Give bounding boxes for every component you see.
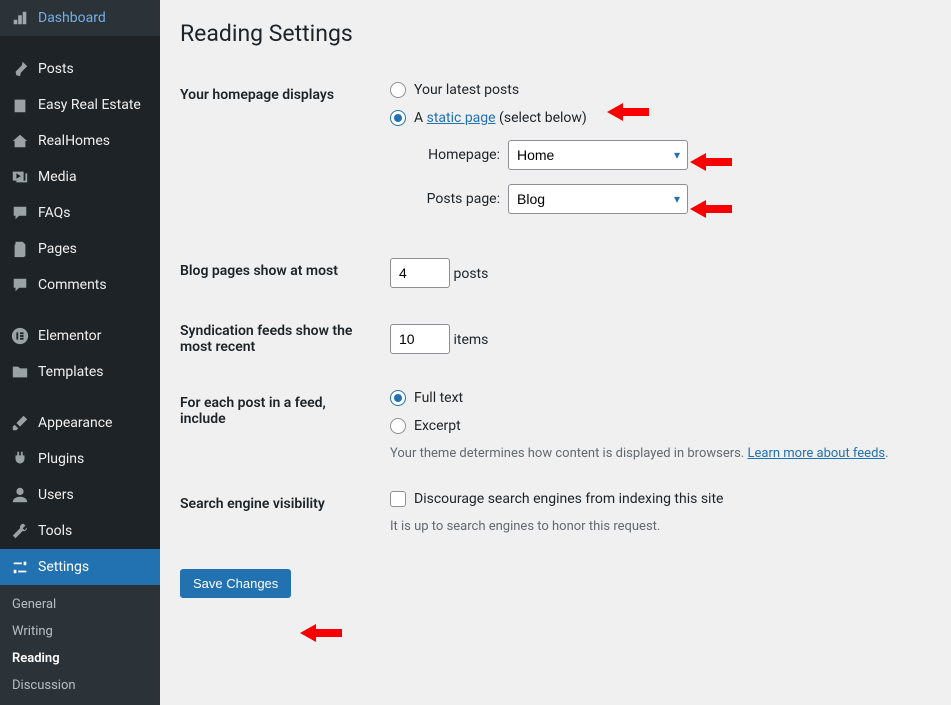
discourage-search-label[interactable]: Discourage search engines from indexing … [414, 491, 723, 507]
sidebar-item-comments[interactable]: Comments [0, 267, 160, 303]
pin-icon [10, 59, 30, 79]
elementor-icon [10, 326, 30, 346]
posts-per-rss-input[interactable] [390, 324, 450, 354]
feed-description: Your theme determines how content is dis… [390, 446, 921, 461]
sidebar-item-appearance[interactable]: Appearance [0, 405, 160, 441]
media-icon [10, 167, 30, 187]
save-changes-button[interactable]: Save Changes [180, 569, 291, 598]
submenu-item-writing[interactable]: Writing [0, 618, 160, 645]
radio-full-text-label[interactable]: Full text [414, 390, 463, 406]
radio-excerpt[interactable] [390, 418, 406, 434]
sidebar-item-easy-real-estate[interactable]: Easy Real Estate [0, 87, 160, 123]
main-content: Reading Settings Your homepage displays … [160, 0, 951, 665]
sidebar-item-label: Easy Real Estate [38, 97, 141, 113]
home-icon [10, 131, 30, 151]
sidebar-item-plugins[interactable]: Plugins [0, 441, 160, 477]
brush-icon [10, 413, 30, 433]
static-page-link[interactable]: static page [427, 110, 496, 126]
dashboard-icon [10, 8, 30, 28]
user-icon [10, 485, 30, 505]
search-visibility-label: Search engine visibility [180, 476, 380, 549]
homepage-displays-label: Your homepage displays [180, 67, 380, 243]
items-suffix: items [453, 332, 488, 348]
sidebar-item-pages[interactable]: Pages [0, 231, 160, 267]
radio-latest-posts[interactable] [390, 82, 406, 98]
sidebar-item-label: Dashboard [38, 10, 106, 26]
sidebar-item-label: Elementor [38, 328, 101, 344]
radio-static-page[interactable] [390, 110, 406, 126]
sidebar-item-media[interactable]: Media [0, 159, 160, 195]
radio-static-page-label[interactable]: A static page (select below) [414, 110, 587, 126]
pages-icon [10, 239, 30, 259]
sidebar-item-label: Templates [38, 364, 104, 380]
learn-more-feeds-link[interactable]: Learn more about feeds [748, 446, 886, 461]
feed-include-label: For each post in a feed, include [180, 375, 380, 476]
sliders-icon [10, 557, 30, 577]
wrench-icon [10, 521, 30, 541]
sidebar-item-label: Users [38, 487, 74, 503]
sidebar-item-settings[interactable]: Settings [0, 549, 160, 585]
syndication-label: Syndication feeds show the most recent [180, 303, 380, 375]
submenu-item-general[interactable]: General [0, 591, 160, 618]
radio-latest-posts-label[interactable]: Your latest posts [414, 82, 519, 98]
sidebar-item-label: Tools [38, 523, 72, 539]
page-title: Reading Settings [180, 20, 931, 47]
posts-suffix: posts [453, 266, 488, 282]
chat-icon [10, 203, 30, 223]
posts-per-page-input[interactable] [390, 258, 450, 288]
sidebar-item-tools[interactable]: Tools [0, 513, 160, 549]
blog-pages-label: Blog pages show at most [180, 243, 380, 303]
sidebar-item-users[interactable]: Users [0, 477, 160, 513]
sidebar-item-label: Settings [38, 559, 89, 575]
postspage-select-label: Posts page: [410, 191, 500, 207]
radio-full-text[interactable] [390, 390, 406, 406]
submenu-item-discussion[interactable]: Discussion [0, 672, 160, 699]
sidebar-item-faqs[interactable]: FAQs [0, 195, 160, 231]
homepage-select[interactable]: Home [508, 140, 688, 170]
search-visibility-desc: It is up to search engines to honor this… [390, 519, 921, 534]
plug-icon [10, 449, 30, 469]
comment-icon [10, 275, 30, 295]
radio-excerpt-label[interactable]: Excerpt [414, 418, 461, 434]
sidebar-item-label: FAQs [38, 205, 71, 221]
homepage-select-label: Homepage: [410, 147, 500, 163]
sidebar-item-label: Pages [38, 241, 77, 257]
sidebar-item-label: Plugins [38, 451, 84, 467]
sidebar-item-templates[interactable]: Templates [0, 354, 160, 390]
sidebar-item-label: Comments [38, 277, 107, 293]
discourage-search-checkbox[interactable] [390, 491, 406, 507]
annotation-arrow-icon [300, 624, 342, 642]
building-icon [10, 95, 30, 115]
sidebar-item-posts[interactable]: Posts [0, 51, 160, 87]
sidebar-item-dashboard[interactable]: Dashboard [0, 0, 160, 36]
sidebar-item-label: RealHomes [38, 133, 110, 149]
submenu-item-reading[interactable]: Reading [0, 645, 160, 672]
postspage-select[interactable]: Blog [508, 184, 688, 214]
settings-submenu: General Writing Reading Discussion [0, 585, 160, 705]
sidebar-item-elementor[interactable]: Elementor [0, 318, 160, 354]
folder-icon [10, 362, 30, 382]
sidebar-item-realhomes[interactable]: RealHomes [0, 123, 160, 159]
admin-sidebar: Dashboard Posts Easy Real Estate RealHom… [0, 0, 160, 665]
sidebar-item-label: Appearance [38, 415, 112, 431]
sidebar-item-label: Media [38, 169, 77, 185]
sidebar-item-label: Posts [38, 61, 74, 77]
